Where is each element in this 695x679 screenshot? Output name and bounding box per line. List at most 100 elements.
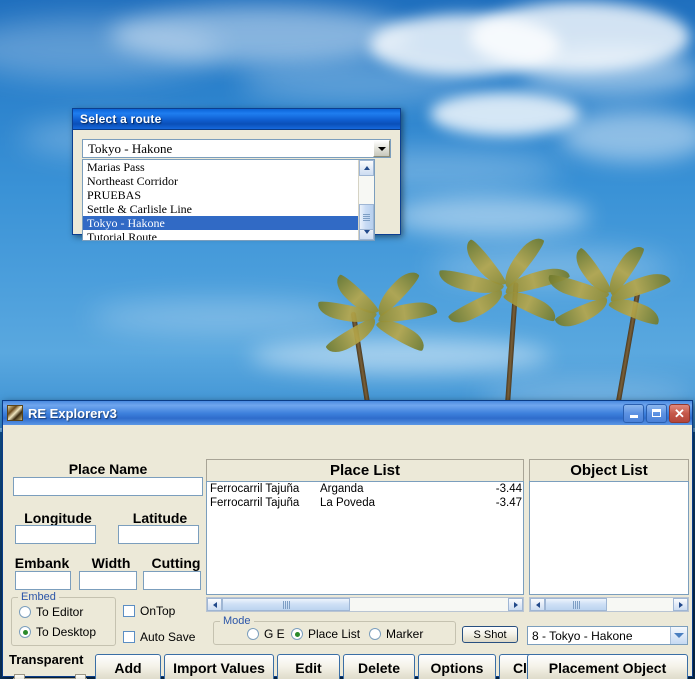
app-body: Place Name Longitude Latitude Embank Wid… xyxy=(3,425,692,677)
place-list-listbox[interactable]: Ferrocarril Tajuña Arganda -3.44 Ferroca… xyxy=(206,481,524,595)
cell-value: -3.47 xyxy=(430,496,523,510)
cutting-input[interactable] xyxy=(143,571,201,590)
embank-label: Embank xyxy=(7,555,77,571)
chevron-down-icon[interactable] xyxy=(670,627,687,644)
scrollbar-track[interactable] xyxy=(359,176,374,224)
cloud-shape xyxy=(560,110,695,162)
place-name-input[interactable] xyxy=(13,477,203,496)
options-button[interactable]: Options xyxy=(418,654,496,679)
checkbox-label: Auto Save xyxy=(140,630,195,644)
longitude-label: Longitude xyxy=(13,510,103,526)
chevron-right-icon[interactable] xyxy=(508,598,523,611)
import-values-button[interactable]: Import Values xyxy=(164,654,274,679)
radio-place-list[interactable]: Place List xyxy=(291,627,360,641)
cell-value: -3.44 xyxy=(430,482,523,496)
width-input[interactable] xyxy=(79,571,137,590)
cloud-shape xyxy=(90,300,350,334)
radio-label: To Editor xyxy=(36,605,83,619)
embed-legend: Embed xyxy=(18,591,59,603)
list-item[interactable]: PRUEBAS xyxy=(83,188,358,202)
placement-object-button[interactable]: Placement Object xyxy=(527,654,688,679)
checkbox-icon[interactable] xyxy=(123,605,135,617)
radio-icon[interactable] xyxy=(19,606,31,618)
cutting-label: Cutting xyxy=(143,555,209,571)
cloud-shape xyxy=(430,92,580,136)
scrollbar-thumb[interactable] xyxy=(222,598,350,611)
transparent-slider[interactable] xyxy=(13,673,87,679)
list-item[interactable]: Marias Pass xyxy=(83,160,358,174)
route-selector-value: 8 - Tokyo - Hakone xyxy=(528,629,670,643)
list-item[interactable]: Tutorial Route xyxy=(83,230,358,240)
delete-button[interactable]: Delete xyxy=(343,654,415,679)
radio-icon[interactable] xyxy=(369,628,381,640)
scrollbar-thumb[interactable] xyxy=(545,598,607,611)
radio-label: Marker xyxy=(386,627,423,641)
route-selector-combobox[interactable]: 8 - Tokyo - Hakone xyxy=(527,626,688,645)
table-row[interactable]: Ferrocarril Tajuña Arganda -3.44 xyxy=(207,482,523,496)
maximize-icon[interactable] xyxy=(646,404,667,423)
radio-to-editor[interactable]: To Editor xyxy=(19,605,83,619)
route-list-items: Marias Pass Northeast Corridor PRUEBAS S… xyxy=(83,160,358,240)
transparent-label: Transparent xyxy=(9,652,83,667)
radio-icon-selected[interactable] xyxy=(19,626,31,638)
close-icon[interactable]: ✕ xyxy=(669,404,690,423)
route-listbox[interactable]: Marias Pass Northeast Corridor PRUEBAS S… xyxy=(82,159,375,241)
slider-thumb-right[interactable] xyxy=(75,674,86,679)
cloud-shape xyxy=(110,6,410,64)
cloud-shape xyxy=(240,62,470,102)
vertical-scrollbar[interactable] xyxy=(358,160,374,240)
select-route-dialog: Select a route Tokyo - Hakone Marias Pas… xyxy=(72,108,401,235)
add-button[interactable]: Add xyxy=(95,654,161,679)
scrollbar-track[interactable] xyxy=(222,598,508,611)
list-item[interactable]: Settle & Carlisle Line xyxy=(83,202,358,216)
chevron-up-icon[interactable] xyxy=(359,160,374,176)
radio-ge[interactable]: G E xyxy=(247,627,285,641)
width-label: Width xyxy=(77,555,145,571)
radio-label: To Desktop xyxy=(36,625,96,639)
route-combobox[interactable]: Tokyo - Hakone xyxy=(82,139,391,158)
palm-frond xyxy=(554,296,612,332)
list-item-selected[interactable]: Tokyo - Hakone xyxy=(83,216,358,230)
slider-thumb-left[interactable] xyxy=(14,674,25,679)
route-combobox-value: Tokyo - Hakone xyxy=(83,141,373,157)
checkbox-ontop[interactable]: OnTop xyxy=(123,604,175,618)
triangle-down-icon[interactable] xyxy=(373,140,390,157)
checkbox-label: OnTop xyxy=(140,604,175,618)
edit-button[interactable]: Edit xyxy=(277,654,340,679)
cloud-shape xyxy=(520,48,695,96)
object-list-header: Object List xyxy=(529,459,689,481)
radio-icon[interactable] xyxy=(247,628,259,640)
latitude-label: Latitude xyxy=(115,510,205,526)
dialog-body: Tokyo - Hakone Marias Pass Northeast Cor… xyxy=(73,130,400,158)
scrollbar-track[interactable] xyxy=(545,598,673,611)
place-list-header: Place List xyxy=(206,459,524,481)
cell-route: Ferrocarril Tajuña xyxy=(207,496,320,510)
mode-legend: Mode xyxy=(220,615,254,627)
cloud-shape xyxy=(250,338,550,374)
radio-to-desktop[interactable]: To Desktop xyxy=(19,625,96,639)
chevron-left-icon[interactable] xyxy=(530,598,545,611)
radio-marker[interactable]: Marker xyxy=(369,627,423,641)
checkbox-icon[interactable] xyxy=(123,631,135,643)
embank-input[interactable] xyxy=(15,571,71,590)
minimize-icon[interactable] xyxy=(623,404,644,423)
latitude-input[interactable] xyxy=(118,525,199,544)
object-list-hscrollbar[interactable] xyxy=(529,597,689,612)
cell-place: La Poveda xyxy=(320,496,430,510)
radio-icon-selected[interactable] xyxy=(291,628,303,640)
object-list-listbox[interactable] xyxy=(529,481,689,595)
s-shot-button[interactable]: S Shot xyxy=(462,626,518,643)
checkbox-auto-save[interactable]: Auto Save xyxy=(123,630,195,644)
place-name-label: Place Name xyxy=(13,461,203,477)
dialog-title: Select a route xyxy=(80,112,162,126)
scrollbar-thumb[interactable] xyxy=(359,204,374,230)
list-item[interactable]: Northeast Corridor xyxy=(83,174,358,188)
chevron-left-icon[interactable] xyxy=(207,598,222,611)
table-row[interactable]: Ferrocarril Tajuña La Poveda -3.47 xyxy=(207,496,523,510)
chevron-right-icon[interactable] xyxy=(673,598,688,611)
radio-label: G E xyxy=(264,627,285,641)
longitude-input[interactable] xyxy=(15,525,96,544)
cloud-shape xyxy=(390,196,590,236)
app-title: RE Explorerv3 xyxy=(28,406,621,421)
place-list-hscrollbar[interactable] xyxy=(206,597,524,612)
